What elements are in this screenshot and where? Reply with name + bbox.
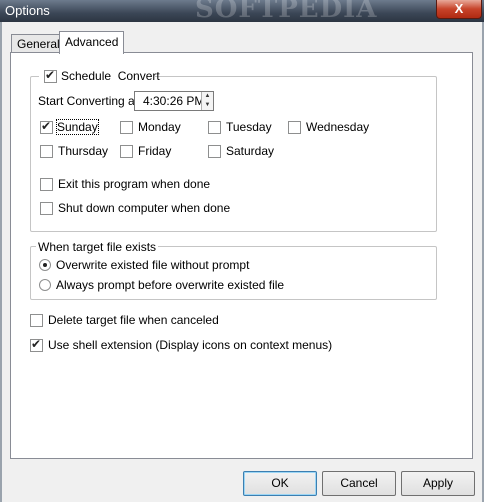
prompt-overwrite-label: Always prompt before overwrite existed f… [56, 278, 285, 292]
spin-down-icon[interactable]: ▼ [202, 101, 213, 110]
shutdown-when-done-checkbox[interactable] [40, 202, 53, 215]
prompt-overwrite-radio[interactable] [39, 279, 51, 291]
tab-advanced[interactable]: Advanced [59, 31, 125, 54]
apply-button[interactable]: Apply [401, 471, 475, 496]
day-tuesday-label: Tuesday [226, 120, 272, 134]
day-monday-checkbox[interactable] [120, 121, 133, 134]
shell-extension-checkbox[interactable] [30, 337, 43, 352]
shutdown-when-done-label: Shut down computer when done [58, 201, 231, 215]
day-thursday-checkbox[interactable] [40, 145, 53, 158]
day-wednesday-checkbox[interactable] [288, 121, 301, 134]
start-time-picker[interactable]: 4:30:26 PM ▲ ▼ [134, 91, 214, 111]
tab-general[interactable]: General [11, 34, 66, 53]
window-title: Options [5, 3, 50, 18]
close-icon: X [454, 1, 464, 16]
delete-target-label: Delete target file when canceled [48, 313, 219, 327]
day-friday-checkbox[interactable] [120, 145, 133, 158]
day-thursday-label: Thursday [58, 144, 109, 158]
day-friday-label: Friday [138, 144, 172, 158]
exit-when-done-label: Exit this program when done [58, 177, 211, 191]
watermark: SOFTPEDIA [195, 0, 378, 24]
close-button[interactable]: X [436, 0, 482, 19]
title-bar: SOFTPEDIA Options X [0, 0, 484, 24]
day-sunday-checkbox[interactable] [40, 119, 53, 134]
spin-up-icon[interactable]: ▲ [202, 92, 213, 101]
target-exists-legend: When target file exists [36, 240, 159, 254]
exit-when-done-checkbox[interactable] [40, 178, 53, 191]
day-saturday-checkbox[interactable] [208, 145, 221, 158]
schedule-convert-label: Schedule Convert [61, 69, 160, 83]
schedule-convert-checkbox[interactable] [44, 68, 57, 83]
ok-button[interactable]: OK [243, 471, 317, 496]
day-monday-label: Monday [138, 120, 181, 134]
time-spinner[interactable]: ▲ ▼ [201, 92, 213, 110]
overwrite-radio[interactable] [39, 259, 51, 271]
day-wednesday-label: Wednesday [306, 120, 370, 134]
window-frame-left [0, 22, 2, 502]
day-tuesday-checkbox[interactable] [208, 121, 221, 134]
shell-extension-label: Use shell extension (Display icons on co… [48, 338, 333, 352]
overwrite-label: Overwrite existed file without prompt [56, 258, 250, 272]
day-saturday-label: Saturday [226, 144, 275, 158]
day-sunday-label: Sunday [56, 119, 99, 135]
cancel-button[interactable]: Cancel [322, 471, 396, 496]
start-time-value: 4:30:26 PM [143, 94, 205, 108]
delete-target-checkbox[interactable] [30, 314, 43, 327]
start-converting-label: Start Converting at: [38, 94, 142, 108]
